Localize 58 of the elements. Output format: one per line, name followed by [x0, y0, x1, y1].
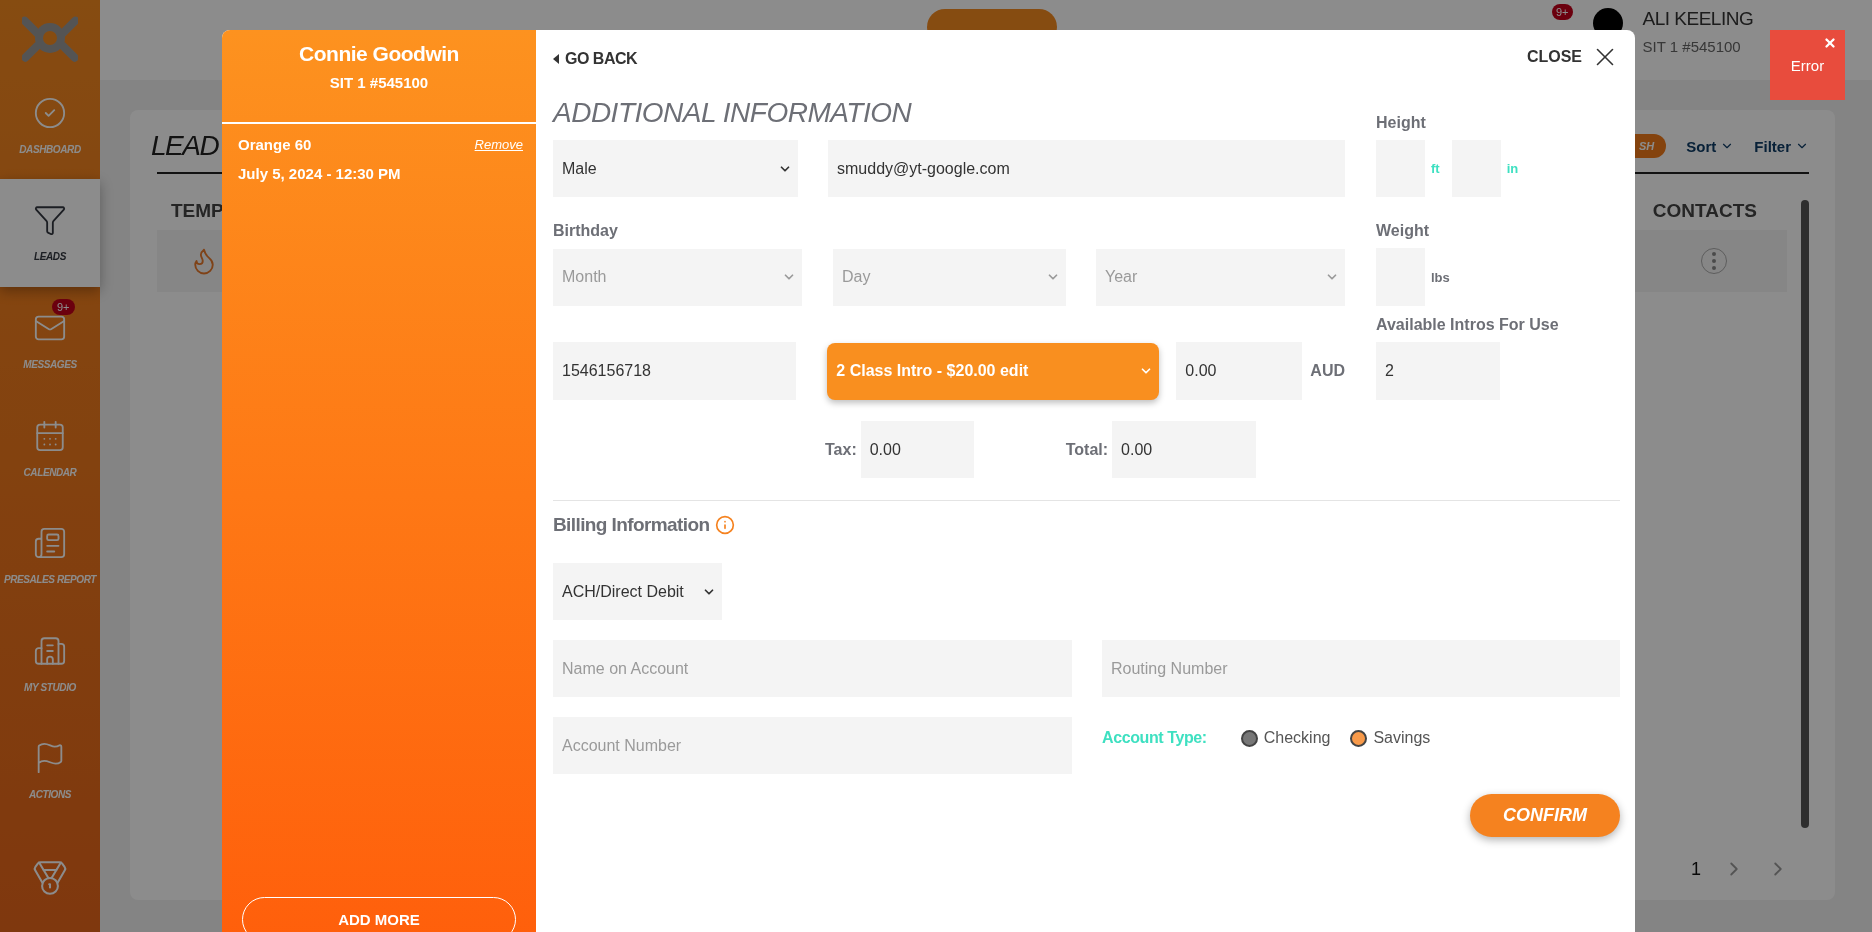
field-label: Total: [1065, 440, 1109, 459]
phone-field[interactable]: 1546156718 [553, 342, 797, 400]
notification-badge: 9+ [52, 298, 75, 315]
gender-select[interactable]: Male [553, 140, 798, 197]
sort-dropdown[interactable]: Sort [1686, 137, 1735, 155]
payment-method-select[interactable]: ACH/Direct Debit [553, 563, 722, 620]
total-field[interactable]: 0.00 [1112, 421, 1257, 478]
field-label: Tax: [825, 440, 857, 459]
name-on-account-field[interactable]: Name on Account [553, 640, 1072, 697]
field-label: Weight [1376, 222, 1431, 241]
email-field[interactable]: smuddy@yt-google.com [828, 140, 1345, 197]
filter-dropdown[interactable]: Filter [1754, 137, 1809, 155]
account-type-radio[interactable]: Checking [1240, 729, 1331, 747]
sidebar-item[interactable]: ACTIONS [0, 716, 100, 825]
tax-field[interactable]: 0.00 [860, 421, 974, 478]
account-number-field[interactable]: Account Number [553, 717, 1072, 774]
close-button[interactable]: CLOSE [1526, 42, 1620, 72]
class-title: Orange 60 [238, 136, 312, 153]
amount-field[interactable]: 0.00 [1176, 342, 1303, 400]
year-select[interactable]: Year [1096, 248, 1345, 306]
section-title: ADDITIONAL INFORMATION [553, 96, 913, 129]
toast-text: Error [1790, 56, 1825, 74]
go-back-button[interactable]: GO BACK [553, 50, 638, 68]
field-label: Birthday [553, 222, 619, 241]
class-date: July 5, 2024 - 12:30 PM [238, 165, 402, 182]
column-header: CONTACTS [1652, 200, 1757, 223]
user-name: ALI KEELING [1642, 7, 1754, 30]
lead-studio: SIT 1 #545100 [329, 74, 429, 91]
day-select[interactable]: Day [833, 248, 1066, 306]
funnel-icon [33, 203, 67, 238]
page-number[interactable]: 1 [1691, 858, 1701, 880]
month-select[interactable]: Month [553, 248, 802, 306]
section-title: Billing Information [553, 514, 710, 536]
check-circle-icon [33, 95, 67, 130]
routing-number-field[interactable]: Routing Number [1102, 640, 1620, 697]
unit-label: in [1506, 161, 1519, 176]
document-icon [33, 526, 67, 561]
unit-label: lbs [1431, 269, 1450, 285]
info-icon[interactable] [715, 515, 736, 535]
account-type-radio[interactable]: Savings [1350, 729, 1431, 747]
field-label: Available Intros For Use [1376, 316, 1560, 335]
column-header: TEMP [171, 200, 224, 223]
page-title: LEAD [151, 130, 219, 162]
sidebar-item[interactable]: MY STUDIO [0, 609, 100, 717]
calendar-icon [33, 418, 67, 453]
currency-label: AUD [1310, 362, 1345, 380]
confirm-button[interactable]: CONFIRM [1470, 794, 1620, 837]
lead-name: Connie Goodwin [299, 42, 459, 66]
notification-badge: 9+ [1552, 3, 1573, 20]
field-label: Height [1376, 114, 1427, 133]
scrollbar[interactable] [1801, 200, 1809, 828]
field-label: Account Type: [1102, 729, 1207, 747]
unit-label: ft [1431, 161, 1440, 176]
intros-field[interactable]: 2 [1376, 342, 1500, 400]
medal-icon[interactable] [31, 859, 69, 898]
user-studio: SIT 1 #545100 [1642, 37, 1742, 55]
close-icon[interactable] [1823, 36, 1837, 50]
sidebar-item[interactable]: LEADS [0, 179, 100, 287]
